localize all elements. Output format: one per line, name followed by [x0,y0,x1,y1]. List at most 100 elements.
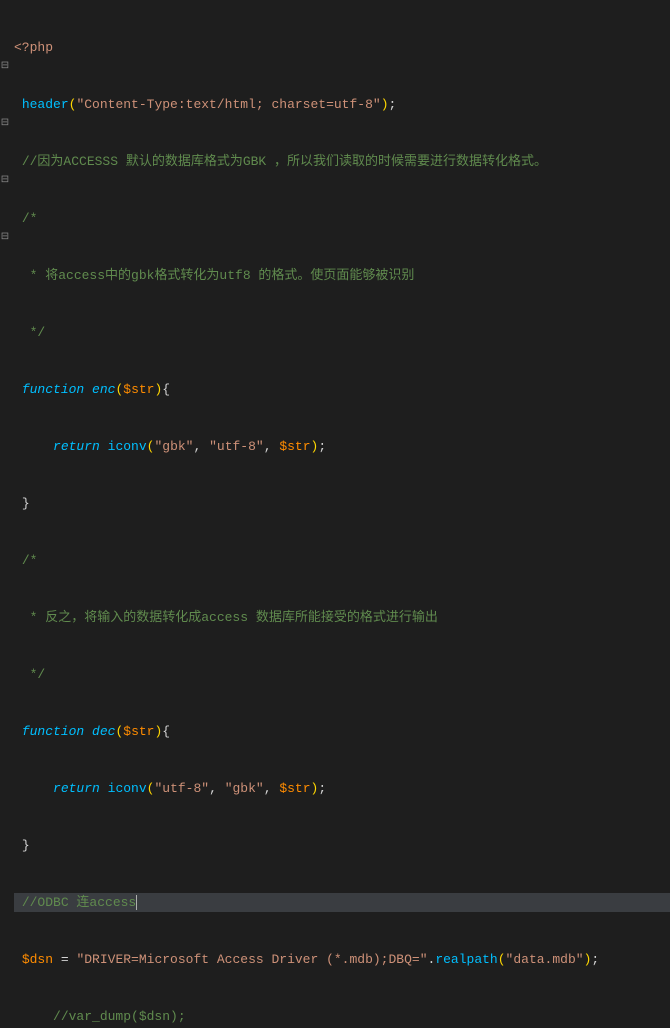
keyword: function [22,380,84,399]
fold-marker [0,456,10,475]
indent [14,950,22,969]
fold-marker [0,399,10,418]
fold-marker [0,266,10,285]
function-name: enc [84,380,115,399]
indent [14,551,22,570]
comment: //因为ACCESSS 默认的数据库格式为GBK ，所以我们读取的时候需要进行数… [22,152,547,171]
paren: ) [584,950,592,969]
fold-marker[interactable]: ⊟ [0,228,10,247]
comment: * 将access中的gbk格式转化为utf8 的格式。使页面能够被识别 [30,266,415,285]
function-call: iconv [108,437,147,456]
semicolon: ; [318,437,326,456]
variable: $str [123,380,154,399]
space [100,779,108,798]
fold-marker [0,209,10,228]
fold-marker [0,342,10,361]
indent [14,494,22,513]
code-line[interactable]: * 反之，将输入的数据转化成access 数据库所能接受的格式进行输出 [14,608,670,627]
code-line[interactable]: $dsn = "DRIVER=Microsoft Access Driver (… [14,950,670,969]
string-literal: "gbk" [225,779,264,798]
code-line-current[interactable]: //ODBC 连access [14,893,670,912]
indent [14,323,30,342]
variable: $str [123,722,154,741]
paren: ) [311,437,319,456]
variable: $str [279,779,310,798]
code-line[interactable]: return iconv("gbk", "utf-8", $str); [14,437,670,456]
semicolon: ; [591,950,599,969]
fold-marker [0,285,10,304]
comment: /* [22,209,38,228]
fold-marker [0,475,10,494]
paren: ) [381,95,389,114]
fold-gutter: ⊟ ⊟ ⊟ ⊟ [0,0,10,514]
paren: ) [154,380,162,399]
variable: $str [279,437,310,456]
php-open-tag: <?php [14,38,53,57]
brace: { [162,380,170,399]
code-line[interactable]: */ [14,323,670,342]
paren: ( [115,380,123,399]
code-line[interactable]: <?php [14,38,670,57]
code-line[interactable]: } [14,494,670,513]
code-line[interactable]: header("Content-Type:text/html; charset=… [14,95,670,114]
semicolon: ; [318,779,326,798]
semicolon: ; [389,95,397,114]
fold-marker [0,0,10,19]
indent [14,152,22,171]
code-editor[interactable]: ⊟ ⊟ ⊟ ⊟ <?php header("Content-Type:text/… [0,0,670,514]
comment: */ [30,323,46,342]
string-literal: "Content-Type:text/html; charset=utf-8" [76,95,380,114]
fold-marker[interactable]: ⊟ [0,171,10,190]
keyword: function [22,722,84,741]
brace: } [22,494,30,513]
paren: ) [154,722,162,741]
code-line[interactable]: */ [14,665,670,684]
comment: /* [22,551,38,570]
fold-marker [0,380,10,399]
brace: { [162,722,170,741]
function-call: header [22,95,69,114]
code-line[interactable]: * 将access中的gbk格式转化为utf8 的格式。使页面能够被识别 [14,266,670,285]
fold-marker [0,418,10,437]
fold-marker[interactable]: ⊟ [0,57,10,76]
code-line[interactable]: /* [14,551,670,570]
fold-marker [0,323,10,342]
string-literal: "data.mdb" [506,950,584,969]
fold-marker [0,19,10,38]
string-literal: "DRIVER=Microsoft Access Driver (*.mdb);… [76,950,427,969]
indent [14,437,53,456]
string-literal: "utf-8" [209,437,264,456]
comment: * 反之，将输入的数据转化成access 数据库所能接受的格式进行输出 [30,608,438,627]
fold-marker [0,152,10,171]
fold-marker [0,494,10,513]
string-literal: "gbk" [154,437,193,456]
indent [14,665,30,684]
code-line[interactable]: function dec($str){ [14,722,670,741]
fold-marker [0,304,10,323]
code-line[interactable]: function enc($str){ [14,380,670,399]
indent [14,1007,53,1026]
code-line[interactable]: //var_dump($dsn); [14,1007,670,1026]
fold-marker [0,95,10,114]
comment: //ODBC 连access [22,893,136,912]
fold-marker [0,190,10,209]
paren: ) [311,779,319,798]
code-line[interactable]: //因为ACCESSS 默认的数据库格式为GBK ，所以我们读取的时候需要进行数… [14,152,670,171]
operator: . [428,950,436,969]
indent [14,209,22,228]
fold-marker [0,247,10,266]
indent [14,779,53,798]
indent [14,95,22,114]
variable: $dsn [22,950,53,969]
comment: */ [30,665,46,684]
code-line[interactable]: /* [14,209,670,228]
code-area[interactable]: <?php header("Content-Type:text/html; ch… [10,0,670,514]
code-line[interactable]: return iconv("utf-8", "gbk", $str); [14,779,670,798]
fold-marker[interactable]: ⊟ [0,114,10,133]
operator: = [53,950,76,969]
paren: ( [147,779,155,798]
indent [14,893,22,912]
fold-marker [0,38,10,57]
code-line[interactable]: } [14,836,670,855]
comma: , [264,779,280,798]
